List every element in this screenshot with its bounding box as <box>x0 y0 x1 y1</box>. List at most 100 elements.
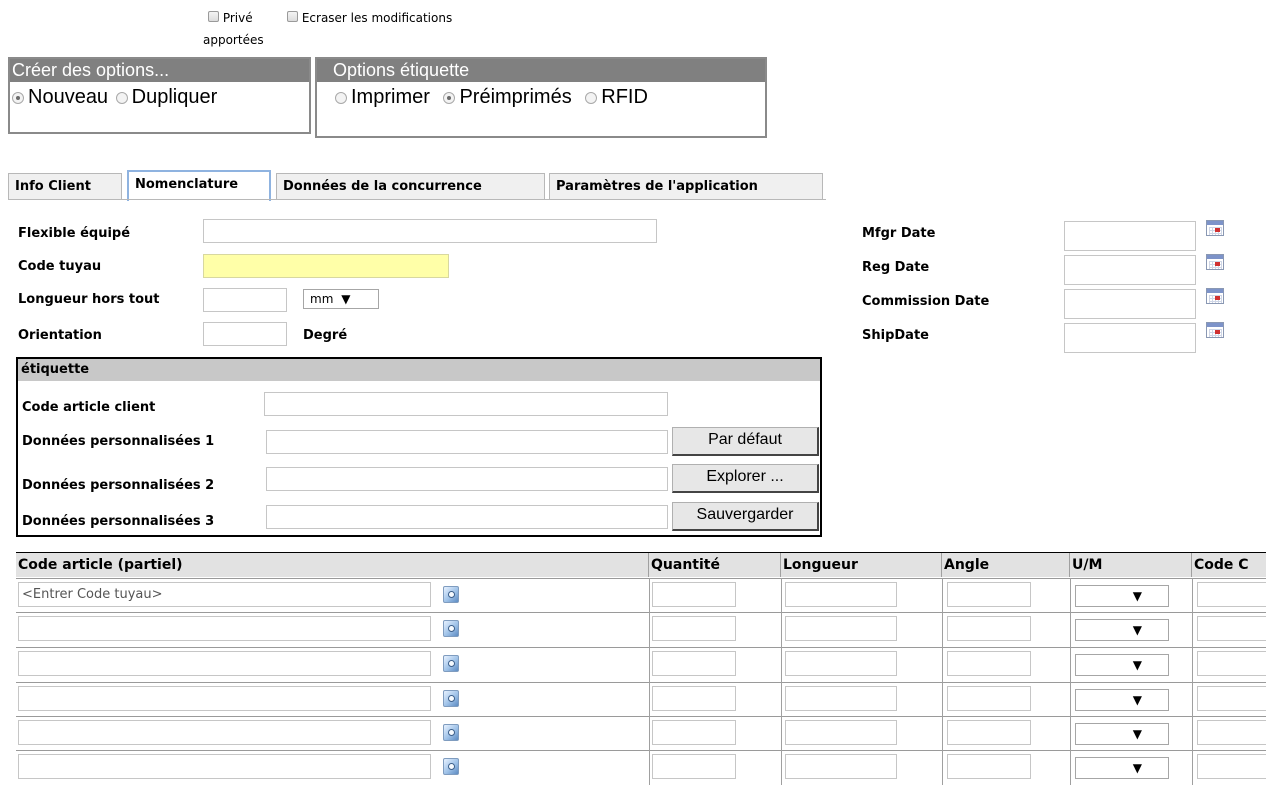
prive-checkbox[interactable] <box>208 11 219 22</box>
flexible-label: Flexible équipé <box>18 226 131 241</box>
column-divider <box>649 578 650 613</box>
um-select[interactable]: ▼ <box>1075 757 1169 779</box>
longueur-row-input[interactable] <box>785 582 897 607</box>
column-divider <box>1070 612 1071 647</box>
quantite-input[interactable] <box>652 754 736 779</box>
calendar-icon[interactable] <box>1206 288 1224 304</box>
radio-rfid[interactable]: RFID <box>585 86 648 109</box>
lookup-icon[interactable] <box>443 620 459 637</box>
ship-date-input[interactable] <box>1064 323 1196 353</box>
ecraser-checkbox[interactable] <box>287 11 298 22</box>
prive-label: Privé <box>222 11 253 25</box>
code-c-input[interactable] <box>1197 720 1266 745</box>
lookup-icon[interactable] <box>443 655 459 672</box>
tab-info-client[interactable]: Info Client <box>8 173 122 199</box>
mfgr-date-label: Mfgr Date <box>862 226 936 241</box>
longueur-row-input[interactable] <box>785 616 897 641</box>
tab-parametres-application[interactable]: Paramètres de l'application <box>549 173 823 199</box>
um-select[interactable]: ▼ <box>1075 723 1169 745</box>
longueur-row-input[interactable] <box>785 720 897 745</box>
angle-input[interactable] <box>947 754 1031 779</box>
flexible-input[interactable] <box>203 219 657 243</box>
perso2-input[interactable] <box>266 467 668 491</box>
column-divider <box>1070 750 1071 785</box>
longueur-row-input[interactable] <box>785 686 897 711</box>
longueur-row-input[interactable] <box>785 754 897 779</box>
code-tuyau-input[interactable] <box>203 254 449 278</box>
reg-date-label: Reg Date <box>862 260 930 275</box>
unit-select[interactable]: mm ▼ <box>303 289 379 309</box>
radio-nouveau-circle[interactable] <box>12 91 24 104</box>
mfgr-date-input[interactable] <box>1064 221 1196 251</box>
tab-nomenclature[interactable]: Nomenclature <box>127 170 271 201</box>
radio-imprimer-circle[interactable] <box>335 91 347 104</box>
radio-preimprimes-circle[interactable] <box>443 91 456 104</box>
prive-checkbox-group: Privé <box>208 11 253 25</box>
tab-bar-line <box>8 199 826 200</box>
longueur-input[interactable] <box>203 288 287 312</box>
angle-input[interactable] <box>947 582 1031 607</box>
column-divider <box>1070 716 1071 751</box>
code-article-input[interactable] <box>18 616 431 641</box>
table-row-divider <box>16 578 1266 579</box>
column-divider <box>781 578 782 613</box>
code-article-input[interactable]: <Entrer Code tuyau> <box>18 582 431 607</box>
um-select[interactable]: ▼ <box>1075 619 1169 641</box>
radio-nouveau[interactable]: Nouveau <box>12 86 108 109</box>
calendar-icon[interactable] <box>1206 322 1224 338</box>
par-defaut-button[interactable]: Par défaut <box>672 427 819 456</box>
angle-input[interactable] <box>947 686 1031 711</box>
commission-date-input[interactable] <box>1064 289 1196 319</box>
quantite-input[interactable] <box>652 582 736 607</box>
lookup-icon[interactable] <box>443 758 459 775</box>
code-article-input[interactable] <box>18 754 431 779</box>
lookup-icon[interactable] <box>443 690 459 707</box>
orientation-input[interactable] <box>203 322 287 346</box>
quantite-input[interactable] <box>652 616 736 641</box>
code-c-input[interactable] <box>1197 686 1266 711</box>
um-select[interactable]: ▼ <box>1075 585 1169 607</box>
code-c-input[interactable] <box>1197 651 1266 676</box>
column-divider <box>1070 578 1071 613</box>
code-c-input[interactable] <box>1197 754 1266 779</box>
commission-date-label: Commission Date <box>862 294 990 309</box>
calendar-icon[interactable] <box>1206 220 1224 236</box>
reg-date-input[interactable] <box>1064 255 1196 285</box>
code-c-input[interactable] <box>1197 582 1266 607</box>
calendar-icon[interactable] <box>1206 254 1224 270</box>
sauvegarder-button[interactable]: Sauvergarder <box>672 502 819 531</box>
radio-preimprimes[interactable]: Préimprimés <box>443 86 572 109</box>
perso1-input[interactable] <box>266 430 668 454</box>
column-divider <box>942 612 943 647</box>
radio-rfid-circle[interactable] <box>585 91 598 104</box>
lookup-icon[interactable] <box>443 586 459 603</box>
perso3-input[interactable] <box>266 505 668 529</box>
code-c-input[interactable] <box>1197 616 1266 641</box>
header-quantite: Quantité <box>649 553 781 577</box>
um-select[interactable]: ▼ <box>1075 689 1169 711</box>
code-article-client-input[interactable] <box>264 392 668 416</box>
radio-dupliquer-label: Dupliquer <box>131 86 218 108</box>
tab-donnees-concurrence[interactable]: Données de la concurrence <box>276 173 545 199</box>
radio-dupliquer[interactable]: Dupliquer <box>115 86 218 109</box>
quantite-input[interactable] <box>652 651 736 676</box>
ecraser-label: Ecraser les modifications <box>301 11 453 25</box>
um-select[interactable]: ▼ <box>1075 654 1169 676</box>
quantite-input[interactable] <box>652 686 736 711</box>
radio-dupliquer-circle[interactable] <box>115 91 128 104</box>
ecraser-checkbox-group: Ecraser les modifications <box>287 11 452 25</box>
angle-input[interactable] <box>947 651 1031 676</box>
column-divider <box>1192 612 1193 647</box>
code-article-input[interactable] <box>18 686 431 711</box>
etiquette-title: étiquette <box>18 359 820 381</box>
angle-input[interactable] <box>947 720 1031 745</box>
code-article-input[interactable] <box>18 720 431 745</box>
lookup-icon[interactable] <box>443 724 459 741</box>
explorer-button[interactable]: Explorer ... <box>672 464 819 493</box>
radio-imprimer[interactable]: Imprimer <box>335 86 430 109</box>
quantite-input[interactable] <box>652 720 736 745</box>
code-article-input[interactable] <box>18 651 431 676</box>
options-etiquette-title: Options étiquette <box>317 59 765 82</box>
longueur-row-input[interactable] <box>785 651 897 676</box>
angle-input[interactable] <box>947 616 1031 641</box>
